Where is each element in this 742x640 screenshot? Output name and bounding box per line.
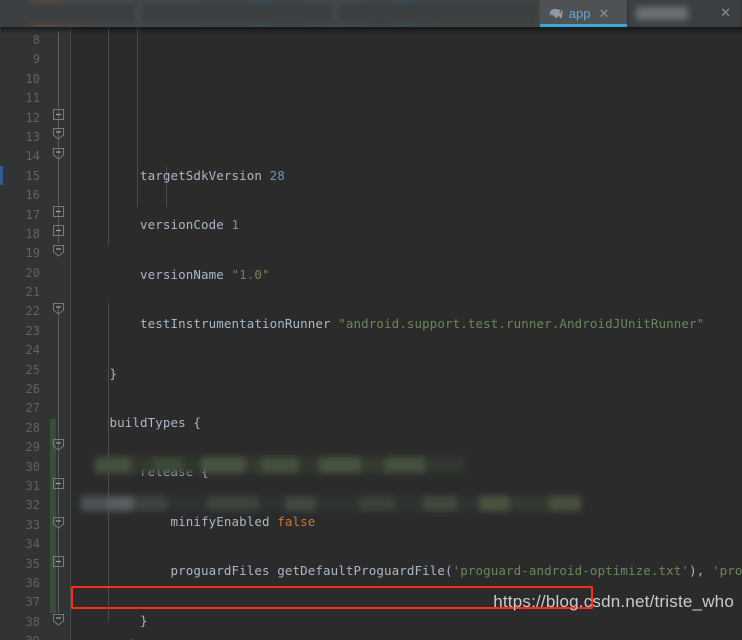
editor-tab-blurred-1[interactable]: [0, 0, 138, 27]
line-number: 39: [0, 632, 44, 640]
fold-marker-collapse[interactable]: [52, 555, 65, 568]
indent-guide: [108, 27, 109, 245]
code-line[interactable]: testInstrumentationRunner "android.suppo…: [71, 314, 742, 333]
line-number: 18: [25, 226, 40, 241]
line-number-column: 8 9 10 11 12 13 14 15 16 17 18 19 20 21 …: [0, 27, 44, 640]
line-number: 26: [25, 382, 40, 397]
line-number: 16: [25, 188, 40, 203]
code-editor[interactable]: 8 9 10 11 12 13 14 15 16 17 18 19 20 21 …: [0, 27, 742, 640]
fold-marker-expand[interactable]: [52, 438, 65, 451]
line-number: 21: [25, 285, 40, 300]
line-number: 8: [32, 33, 40, 47]
fold-marker-expand[interactable]: [52, 147, 65, 160]
code-line[interactable]: }: [71, 364, 742, 383]
code-line[interactable]: }: [71, 611, 742, 630]
editor-tab-blurred-2[interactable]: [137, 0, 335, 27]
code-line[interactable]: proguardFiles getDefaultProguardFile('pr…: [71, 561, 742, 580]
line-number: 20: [25, 265, 40, 280]
fold-marker-collapse[interactable]: [52, 302, 65, 315]
editor-top-shadow: [1, 27, 742, 34]
line-number: 29: [25, 440, 40, 455]
close-icon[interactable]: ✕: [720, 6, 731, 19]
code-line[interactable]: versionName "1.0": [71, 265, 742, 284]
editor-tab-label: app: [568, 6, 591, 21]
fold-marker-expand[interactable]: [52, 516, 65, 529]
line-number: 33: [25, 517, 40, 532]
line-number: 15: [25, 168, 40, 183]
line-number: 11: [25, 91, 40, 106]
line-number: 23: [25, 323, 40, 338]
line-number: 14: [25, 149, 40, 164]
watermark-text: https://blog.csdn.net/triste_who: [493, 592, 734, 611]
code-line[interactable]: minifyEnabled false: [71, 512, 742, 531]
line-number: 35: [25, 556, 40, 571]
fold-marker-collapse[interactable]: [52, 244, 65, 257]
code-line[interactable]: buildTypes {: [71, 413, 742, 432]
editor-gutter[interactable]: 8 9 10 11 12 13 14 15 16 17 18 19 20 21 …: [0, 27, 71, 640]
line-number: 25: [25, 362, 40, 377]
close-icon[interactable]: ✕: [598, 7, 609, 20]
fold-marker-collapse[interactable]: [52, 205, 65, 218]
gradle-elephant-icon: [549, 7, 564, 21]
editor-tab-blurred-3[interactable]: [334, 0, 540, 27]
intention-bulb-icon[interactable]: [79, 624, 133, 640]
code-line[interactable]: targetSdkVersion 28: [71, 166, 742, 185]
line-number: 9: [32, 52, 40, 67]
line-number: 31: [25, 478, 40, 493]
line-number: 38: [25, 614, 40, 629]
caret-line-marker: [0, 166, 3, 185]
fold-marker-collapse[interactable]: [52, 224, 65, 237]
line-number: 13: [25, 129, 40, 144]
editor-tab-bar[interactable]: app ✕ ✕: [0, 0, 742, 27]
editor-tab-blurred-4[interactable]: ✕: [628, 0, 742, 27]
line-number: 30: [25, 459, 40, 474]
line-number: 27: [25, 401, 40, 416]
code-line[interactable]: versionCode 1: [71, 215, 742, 234]
line-number: 19: [25, 246, 40, 261]
line-number: 22: [25, 304, 40, 319]
line-number: 17: [25, 207, 40, 222]
line-number: 37: [25, 595, 40, 610]
editor-tab-label: [636, 7, 689, 20]
line-number: 10: [25, 71, 40, 86]
fold-marker-collapse[interactable]: [52, 477, 65, 490]
fold-marker-collapse[interactable]: [52, 108, 65, 121]
line-number: 24: [25, 343, 40, 358]
line-number: 12: [25, 110, 40, 125]
fold-marker-collapse[interactable]: [52, 613, 65, 626]
line-number: 28: [25, 420, 40, 435]
redacted-code-line-31: [81, 496, 581, 511]
line-number: 36: [25, 575, 40, 590]
fold-marker-expand[interactable]: [52, 127, 65, 140]
code-content[interactable]: targetSdkVersion 28 versionCode 1 versio…: [1, 27, 742, 640]
line-number: 34: [25, 537, 40, 552]
code-line[interactable]: release {: [71, 462, 742, 481]
editor-tab-app[interactable]: app ✕: [539, 0, 629, 27]
line-number: 32: [25, 498, 40, 513]
